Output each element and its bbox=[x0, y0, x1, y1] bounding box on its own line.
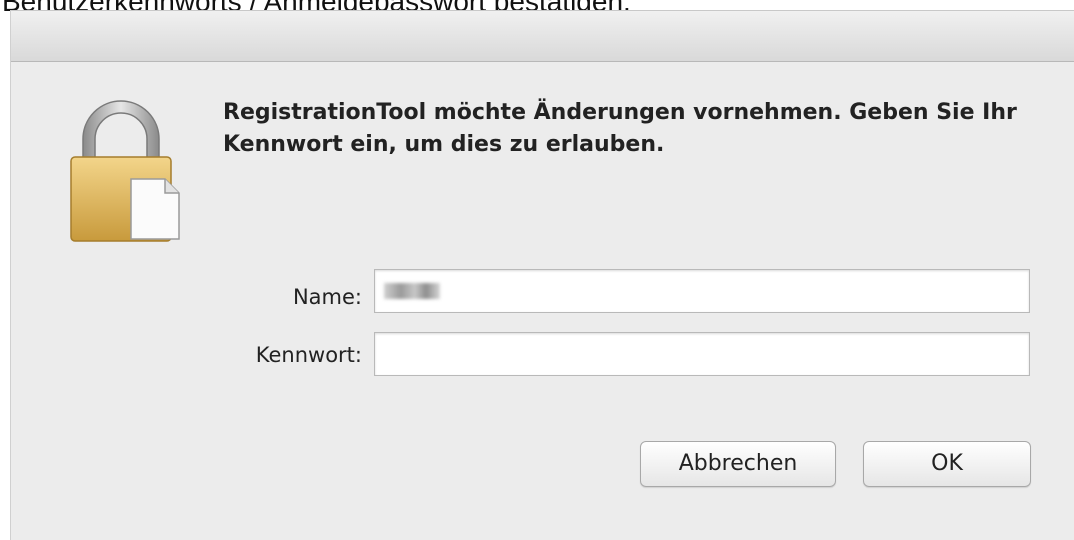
dialog-message: RegistrationTool möchte Änderungen vorne… bbox=[223, 100, 1017, 157]
password-label: Kennwort: bbox=[255, 343, 362, 367]
page: Benutzerkennworts / Anmeldepasswort best… bbox=[0, 0, 1074, 540]
ok-button[interactable]: OK bbox=[863, 441, 1031, 487]
lock-document-icon bbox=[70, 100, 180, 242]
name-field[interactable] bbox=[374, 269, 1030, 313]
name-label: Name: bbox=[292, 285, 362, 309]
name-redaction bbox=[384, 283, 440, 299]
dialog-titlebar[interactable] bbox=[11, 11, 1074, 62]
cancel-button[interactable]: Abbrechen bbox=[640, 441, 836, 487]
password-field[interactable] bbox=[374, 332, 1030, 376]
